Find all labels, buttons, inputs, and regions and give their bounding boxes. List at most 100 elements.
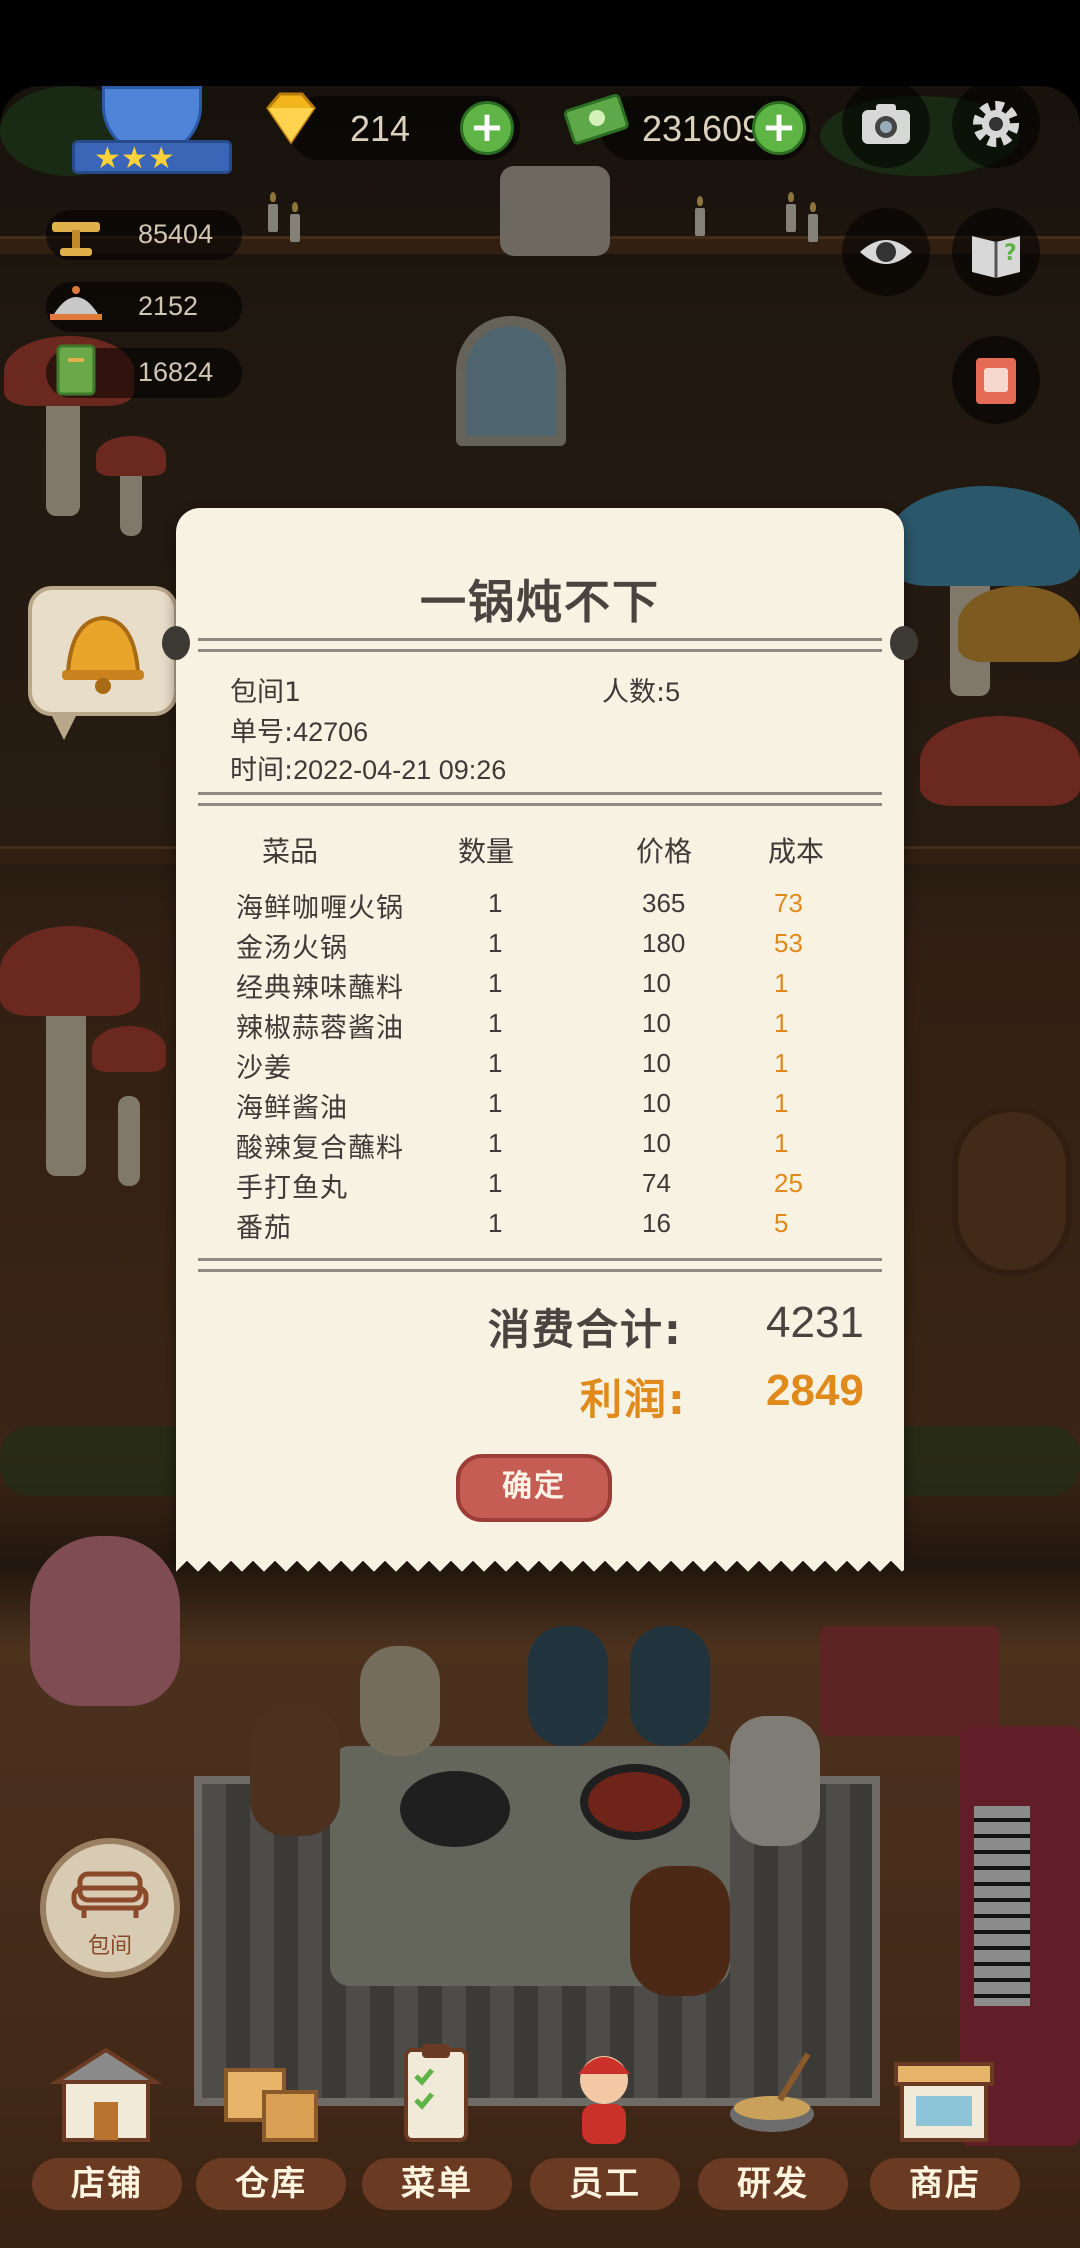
bill-row: 经典辣味蘸料 1 10 1 [176,966,904,1006]
scale-icon [52,222,100,256]
header-price: 价格 [636,835,693,868]
room-name: 包间1 [230,677,302,708]
item-cost: 1 [774,1088,789,1118]
item-cost: 25 [774,1168,803,1198]
item-qty: 1 [488,888,503,918]
nav-shop-label: 店铺 [32,2158,182,2210]
nav-staff[interactable]: 员工 [530,2040,680,2210]
item-cost: 5 [774,1208,789,1238]
item-qty: 1 [488,1168,503,1198]
order-number-label: 单号: [230,717,294,748]
profit-label: 利润: [580,1375,687,1424]
order-time-value: 2022-04-21 09:26 [293,755,507,785]
private-room-button[interactable]: 包间 [40,1838,180,1978]
item-name: 金汤火锅 [236,933,348,964]
stat-scale: 85404 [46,210,242,260]
nav-research[interactable]: 研发 [698,2040,848,2210]
bill-receipt-modal: 一锅炖不下 包间1 人数:5 单号:42706 时间:2022-04-21 09… [162,508,918,1572]
nav-menu[interactable]: 菜单 [362,2040,512,2210]
profit-value: 2849 [766,1366,864,1415]
cash-count: 231609 [642,108,763,149]
item-cost: 1 [774,1048,789,1078]
settings-button[interactable] [952,80,1040,168]
nav-menu-label: 菜单 [362,2158,512,2210]
gem-icon [266,92,316,145]
stat-menu-book-value: 16824 [138,357,214,387]
item-qty: 1 [488,928,503,958]
item-price: 10 [642,1048,671,1078]
dashed-divider [198,792,882,806]
bill-row: 番茄 1 16 5 [176,1206,904,1246]
header-item: 菜品 [262,835,319,868]
total-value: 4231 [766,1298,864,1347]
nav-warehouse[interactable]: 仓库 [196,2040,346,2210]
private-room-label: 包间 [87,1934,132,1959]
item-price: 365 [642,888,686,918]
receipt-title: 一锅炖不下 [420,575,660,629]
item-price: 16 [642,1208,671,1238]
stat-menu-book: 16824 [46,344,242,398]
add-gems-button[interactable]: + [460,101,514,155]
order-number: 单号:42706 [230,710,368,749]
help-book-button[interactable]: ? [952,208,1040,296]
item-cost: 53 [774,928,803,958]
nav-warehouse-label: 仓库 [196,2158,346,2210]
item-qty: 1 [488,1008,503,1038]
sofa-icon [71,1871,149,1918]
item-name: 海鲜酱油 [236,1093,348,1124]
status-bar [0,0,1080,86]
item-cost: 1 [774,968,789,998]
recipe-book-button[interactable] [952,336,1040,424]
order-time-label: 时间: [230,755,294,786]
svg-text:?: ? [1004,241,1017,266]
help-book-icon: ? [972,236,1020,278]
item-name: 酸辣复合蘸料 [236,1133,404,1164]
item-name: 沙姜 [236,1053,292,1084]
staff-icon [578,2056,630,2144]
bell-icon [62,615,144,694]
item-cost: 73 [774,888,803,918]
order-number-value: 42706 [293,717,369,747]
view-toggle-button[interactable] [842,208,930,296]
cloche-icon [50,286,102,320]
restaurant-rank-badge[interactable]: ★★★ [62,86,242,196]
menu-book-icon [56,344,96,396]
item-price: 180 [642,928,686,958]
nav-store-label: 商店 [870,2158,1020,2210]
guest-count-label: 人数: [602,677,666,708]
item-qty: 1 [488,1128,503,1158]
confirm-button[interactable]: 确定 [456,1454,612,1522]
wok-icon [730,2052,814,2132]
add-cash-button[interactable]: + [752,101,806,155]
item-price: 10 [642,968,671,998]
item-name: 手打鱼丸 [236,1173,348,1204]
guest-count: 人数:5 [602,670,680,709]
bill-row: 手打鱼丸 1 74 25 [176,1166,904,1206]
bill-row: 沙姜 1 10 1 [176,1046,904,1086]
gem-count: 214 [350,108,411,149]
nav-store[interactable]: 商店 [870,2040,1020,2210]
dashed-divider [198,638,882,652]
star-rating: ★★★ [94,141,175,176]
item-qty: 1 [488,1088,503,1118]
recipe-book-icon [976,358,1016,404]
camera-button[interactable] [842,80,930,168]
item-qty: 1 [488,968,503,998]
item-qty: 1 [488,1208,503,1238]
item-name: 番茄 [236,1213,292,1244]
clipboard-icon [404,2044,468,2142]
nav-staff-label: 员工 [530,2158,680,2210]
store-icon [894,2062,994,2142]
nav-shop[interactable]: 店铺 [32,2040,182,2210]
notification-bubble[interactable] [28,586,178,740]
eye-icon [860,240,912,264]
warehouse-icon [224,2068,318,2142]
item-price: 10 [642,1128,671,1158]
camera-icon [862,104,910,144]
stat-cloche: 2152 [46,282,242,332]
item-qty: 1 [488,1048,503,1078]
cash-icon [564,93,629,145]
header-cost: 成本 [768,835,825,868]
header-qty: 数量 [458,835,515,868]
item-cost: 1 [774,1128,789,1158]
